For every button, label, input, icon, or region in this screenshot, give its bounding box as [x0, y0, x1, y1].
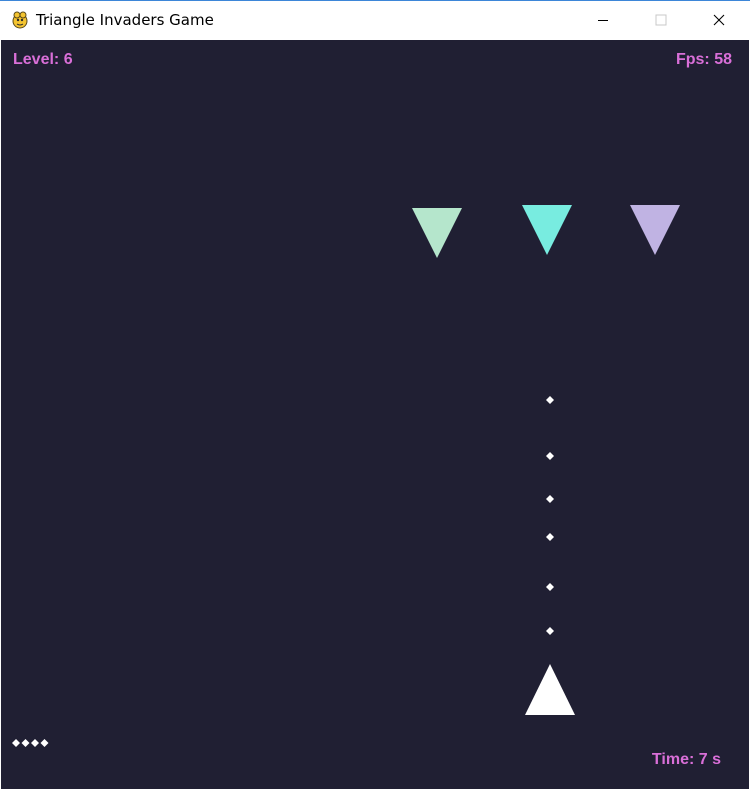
- player-bullet: [546, 495, 554, 503]
- life-icon: [40, 739, 49, 747]
- player-bullet: [546, 627, 554, 635]
- enemy-triangle: [522, 205, 572, 255]
- enemy-formation: [412, 205, 680, 258]
- enemy-triangle: [412, 208, 462, 258]
- window-title: Triangle Invaders Game: [36, 11, 214, 29]
- life-icon: [21, 739, 30, 747]
- enemy-triangle: [630, 205, 680, 255]
- minimize-button[interactable]: [580, 1, 626, 40]
- close-icon: [713, 11, 725, 30]
- playfield: [12, 205, 680, 747]
- player-bullet: [546, 583, 554, 591]
- life-icon: [31, 739, 39, 747]
- player-bullet: [546, 396, 554, 404]
- maximize-button[interactable]: [638, 1, 684, 40]
- player-bullet: [546, 452, 554, 460]
- player-ship: [525, 664, 575, 715]
- close-button[interactable]: [696, 1, 742, 40]
- lives-indicator: [12, 739, 49, 747]
- maximize-icon: [655, 11, 667, 30]
- minimize-icon: [597, 11, 609, 30]
- pygame-snake-icon: [10, 10, 30, 30]
- bullet-stream: [546, 396, 554, 635]
- game-window: Triangle Invaders Game Level: 6 Fps: 58 …: [0, 0, 750, 789]
- life-icon: [12, 739, 20, 747]
- game-canvas[interactable]: Level: 6 Fps: 58 Time: 7 s: [1, 40, 749, 789]
- title-bar[interactable]: Triangle Invaders Game: [0, 1, 750, 40]
- player-bullet: [546, 533, 554, 541]
